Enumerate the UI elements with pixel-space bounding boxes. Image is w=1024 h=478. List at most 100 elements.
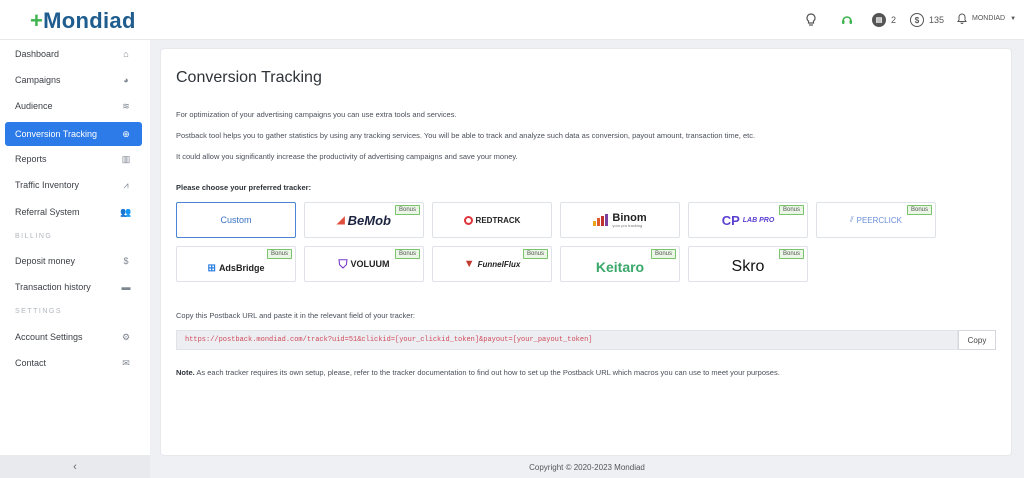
dollar-icon: $ — [123, 256, 129, 266]
bell-icon — [957, 13, 967, 24]
tracker-binom[interactable]: Binom your pro tracking — [560, 202, 680, 238]
intro-paragraph-1: For optimization of your advertising cam… — [176, 110, 457, 119]
note-text: As each tracker requires its own setup, … — [194, 368, 780, 377]
postback-url-field[interactable]: https://postback.mondiad.com/track?uid=5… — [176, 330, 958, 350]
sidebar-item-campaigns[interactable]: Campaigns ◕ — [5, 68, 142, 92]
redtrack-logo: REDTRACK — [463, 215, 521, 225]
envelope-icon: ✉ — [122, 357, 130, 368]
user-name: MONDIAD — [972, 15, 1006, 22]
logo-plus-mark: + — [30, 8, 44, 33]
peerclick-logo: ⫽ PEERCLICK — [850, 215, 902, 225]
bonus-badge: Bonus — [394, 249, 420, 259]
sidebar-collapse-button[interactable]: ‹ — [0, 455, 150, 478]
sidebar-item-audience[interactable]: Audience ≋ — [5, 94, 142, 118]
settings-section-label: SETTINGS — [15, 308, 63, 315]
page-title: Conversion Tracking — [176, 69, 322, 86]
tracker-skro[interactable]: Skro Bonus — [688, 246, 808, 282]
skro-logo: Skro — [731, 258, 765, 275]
sidebar-item-label: Transaction history — [15, 282, 91, 292]
gears-icon: ⚙ — [121, 331, 131, 342]
peerclick-mark-icon: ⫽ — [850, 215, 854, 224]
bonus-badge: Bonus — [778, 205, 804, 215]
binom-text: Binom your pro tracking — [612, 211, 647, 228]
intro-paragraph-2: Postback tool helps you to gather statis… — [176, 131, 756, 140]
funnelflux-mark-icon: ▼ — [463, 258, 475, 270]
tracker-label: Custom — [220, 215, 252, 225]
sidebar-item-account-settings[interactable]: Account Settings ⚙ — [5, 325, 142, 349]
sidebar-item-label: Deposit money — [15, 256, 76, 266]
postback-copy-label: Copy this Postback URL and paste it in t… — [176, 311, 416, 320]
chevron-down-icon: ▼ — [1010, 15, 1017, 22]
tracker-label: PEERCLICK — [856, 215, 902, 225]
sidebar-item-label: Contact — [15, 358, 47, 368]
tracker-label: Binom — [612, 211, 647, 224]
tracker-redtrack[interactable]: REDTRACK — [432, 202, 552, 238]
tracker-label: FunnelFlux — [477, 259, 521, 269]
note-bold: Note. — [176, 368, 195, 377]
sidebar-item-transaction-history[interactable]: Transaction history ▬ — [5, 275, 142, 299]
pie-chart-icon: ◕ — [123, 75, 129, 85]
sidebar-item-label: Account Settings — [15, 332, 83, 342]
keitaro-logo: Keitaro — [595, 259, 645, 275]
line-chart-icon: ⩘ — [123, 179, 129, 190]
binom-logo: Binom your pro tracking — [593, 211, 647, 228]
messages-icon: ▤ — [872, 13, 886, 27]
top-header: +Mondiad ▤ 2 $ 135 MONDIAD ▼ — [0, 0, 1024, 40]
sidebar-item-label: Reports — [15, 154, 47, 164]
support-icon[interactable] — [840, 13, 854, 27]
sidebar-item-label: Referral System — [15, 207, 80, 217]
user-menu[interactable]: MONDIAD ▼ — [957, 13, 1016, 24]
tracker-custom[interactable]: Custom — [176, 202, 296, 238]
sidebar-item-label: Traffic Inventory — [15, 180, 80, 190]
layers-icon: ≋ — [122, 100, 130, 111]
tracker-label: VOLUUM — [350, 259, 390, 269]
adsbridge-logo: ⊞ AdsBridge — [208, 255, 265, 274]
tracker-cpv-lab-pro[interactable]: CP LAB PRO Bonus — [688, 202, 808, 238]
balance-display[interactable]: $ 135 — [910, 13, 944, 27]
bar-chart-icon: ▥ — [121, 153, 131, 164]
conversion-tracking-card: Conversion Tracking For optimization of … — [160, 48, 1012, 456]
tracker-funnelflux[interactable]: ▼ FunnelFlux Bonus — [432, 246, 552, 282]
tracker-label: BeMob — [347, 212, 392, 228]
bonus-badge: Bonus — [394, 205, 420, 215]
sidebar-item-deposit-money[interactable]: Deposit money $ — [5, 249, 142, 273]
bemob-logo: ◢ BeMob — [337, 213, 391, 228]
sidebar-item-conversion-tracking[interactable]: Conversion Tracking ⊕ — [5, 122, 142, 146]
sidebar-item-dashboard[interactable]: Dashboard ⌂ — [5, 42, 142, 66]
sidebar-item-label: Dashboard — [15, 49, 60, 59]
sidebar-item-reports[interactable]: Reports ▥ — [5, 147, 142, 171]
sidebar-item-label: Campaigns — [15, 75, 61, 85]
note-paragraph: Note. As each tracker requires its own s… — [176, 368, 780, 377]
tracker-bemob[interactable]: ◢ BeMob Bonus — [304, 202, 424, 238]
footer-copyright: Copyright © 2020-2023 Mondiad — [529, 462, 645, 472]
logo-text: Mondiad — [43, 8, 136, 33]
lightbulb-icon[interactable] — [805, 13, 817, 27]
sidebar-item-label: Conversion Tracking — [15, 129, 98, 139]
tracker-label: REDTRACK — [475, 215, 521, 225]
bonus-badge: Bonus — [522, 249, 548, 259]
sidebar-item-referral-system[interactable]: Referral System 👥 — [5, 200, 142, 224]
binom-tagline: your pro tracking — [612, 222, 643, 228]
sidebar-item-contact[interactable]: Contact ✉ — [5, 351, 142, 375]
bemob-mark-icon: ◢ — [336, 214, 345, 226]
tracker-voluum[interactable]: ⛉ VOLUUM Bonus — [304, 246, 424, 282]
binom-bars-icon — [593, 214, 609, 226]
bonus-badge: Bonus — [906, 205, 932, 215]
tracker-keitaro[interactable]: Keitaro Bonus — [560, 246, 680, 282]
logo[interactable]: +Mondiad — [30, 8, 136, 34]
tracker-adsbridge[interactable]: ⊞ AdsBridge Bonus — [176, 246, 296, 282]
sidebar-item-traffic-inventory[interactable]: Traffic Inventory ⩘ — [5, 173, 142, 197]
home-icon: ⌂ — [123, 49, 129, 59]
funnelflux-logo: ▼ FunnelFlux — [464, 258, 521, 270]
adsbridge-mark-icon: ⊞ — [207, 262, 216, 274]
tracker-peerclick[interactable]: ⫽ PEERCLICK Bonus — [816, 202, 936, 238]
messages-count: 2 — [891, 15, 897, 25]
bonus-badge: Bonus — [778, 249, 804, 259]
billing-section-label: BILLING — [15, 233, 53, 240]
cpv-lab-logo: CP LAB PRO — [722, 213, 775, 228]
messages-counter[interactable]: ▤ 2 — [872, 13, 896, 27]
redtrack-circle-icon — [463, 215, 473, 225]
wallet-icon: ▬ — [121, 282, 131, 292]
copy-button[interactable]: Copy — [958, 330, 996, 350]
cpv-mark-icon: CP — [721, 212, 740, 228]
